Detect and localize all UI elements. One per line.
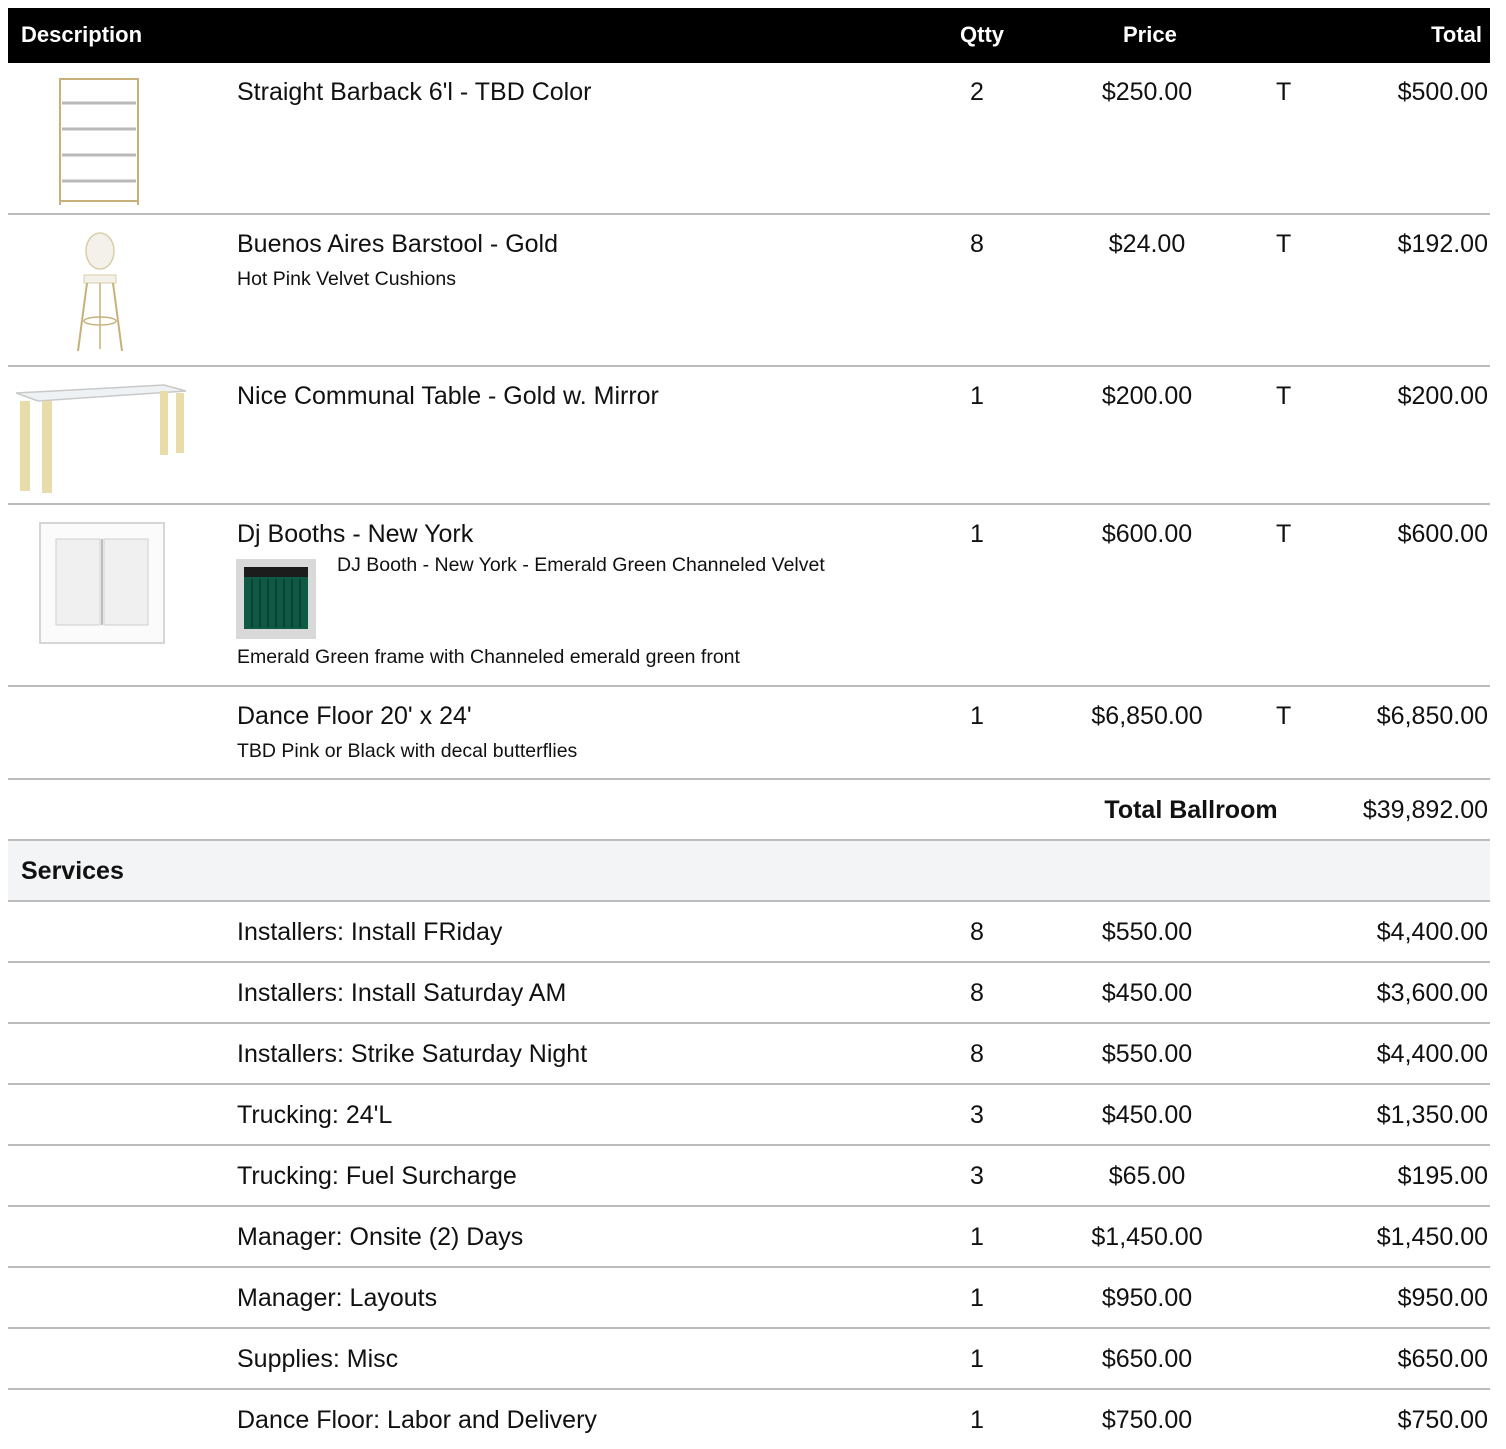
item-qty: 8 bbox=[970, 230, 984, 258]
service-price: $650.00 bbox=[1101, 1345, 1193, 1373]
item-price: $24.00 bbox=[1108, 230, 1186, 258]
item-name: Dj Booths - New York bbox=[237, 520, 474, 548]
service-name: Trucking: 24'L bbox=[237, 1101, 393, 1129]
item-price: $250.00 bbox=[1101, 78, 1193, 106]
item-qty: 1 bbox=[970, 520, 984, 548]
service-qty: 8 bbox=[970, 918, 984, 946]
item-price: $200.00 bbox=[1101, 382, 1193, 410]
table-header: Description Qtty Price Total bbox=[8, 8, 1490, 63]
service-qty: 8 bbox=[970, 1040, 984, 1068]
item-note: Hot Pink Velvet Cushions bbox=[237, 268, 456, 290]
header-price: Price bbox=[1123, 22, 1177, 47]
table-row: Installers: Strike Saturday Night 8 $550… bbox=[8, 1024, 1490, 1085]
item-tax-flag: T bbox=[1276, 230, 1292, 258]
item-total: $600.00 bbox=[1397, 520, 1488, 548]
service-name: Manager: Onsite (2) Days bbox=[237, 1223, 524, 1251]
service-price: $550.00 bbox=[1101, 1040, 1193, 1068]
item-name: Nice Communal Table - Gold w. Mirror bbox=[237, 382, 659, 410]
header-description: Description bbox=[21, 22, 143, 47]
item-name: Straight Barback 6'l - TBD Color bbox=[237, 78, 592, 106]
section-title: Services bbox=[21, 857, 124, 885]
service-total: $3,600.00 bbox=[1376, 979, 1488, 1007]
item-tax-flag: T bbox=[1276, 702, 1292, 730]
service-qty: 1 bbox=[970, 1345, 984, 1373]
shelf-image bbox=[59, 78, 139, 205]
service-qty: 3 bbox=[970, 1101, 984, 1129]
service-qty: 1 bbox=[970, 1406, 984, 1434]
item-total: $192.00 bbox=[1397, 230, 1488, 258]
item-price: $6,850.00 bbox=[1091, 702, 1203, 730]
table-row: Supplies: Misc 1 $650.00 $650.00 bbox=[8, 1329, 1490, 1390]
table-row: Dance Floor 20' x 24' TBD Pink or Black … bbox=[8, 687, 1490, 780]
subtotal-row: Total Ballroom $39,892.00 bbox=[8, 780, 1490, 841]
subtotal-label: Total Ballroom bbox=[1104, 796, 1278, 824]
service-qty: 1 bbox=[970, 1223, 984, 1251]
item-name: Dance Floor 20' x 24' bbox=[237, 702, 472, 730]
service-price: $1,450.00 bbox=[1091, 1223, 1203, 1251]
service-total: $750.00 bbox=[1397, 1406, 1488, 1434]
table-row: Trucking: Fuel Surcharge 3 $65.00 $195.0… bbox=[8, 1146, 1490, 1207]
service-name: Installers: Strike Saturday Night bbox=[237, 1040, 588, 1068]
service-qty: 1 bbox=[970, 1284, 984, 1312]
service-total: $1,450.00 bbox=[1376, 1223, 1488, 1251]
table-row: Manager: Layouts 1 $950.00 $950.00 bbox=[8, 1268, 1490, 1329]
service-total: $4,400.00 bbox=[1376, 1040, 1488, 1068]
item-name: Buenos Aires Barstool - Gold bbox=[237, 230, 558, 258]
service-total: $195.00 bbox=[1397, 1162, 1488, 1190]
item-qty: 1 bbox=[970, 702, 984, 730]
service-price: $65.00 bbox=[1108, 1162, 1186, 1190]
service-price: $450.00 bbox=[1101, 979, 1193, 1007]
item-total: $200.00 bbox=[1397, 382, 1488, 410]
table-row: Dj Booths - New York DJ Booth - New York… bbox=[8, 505, 1490, 687]
service-price: $950.00 bbox=[1101, 1284, 1193, 1312]
service-price: $750.00 bbox=[1101, 1406, 1193, 1434]
service-total: $4,400.00 bbox=[1376, 918, 1488, 946]
table-row: Trucking: 24'L 3 $450.00 $1,350.00 bbox=[8, 1085, 1490, 1146]
service-name: Dance Floor: Labor and Delivery bbox=[237, 1406, 597, 1434]
item-tax-flag: T bbox=[1276, 78, 1292, 106]
service-price: $550.00 bbox=[1101, 918, 1193, 946]
service-qty: 8 bbox=[970, 979, 984, 1007]
table-row: Dance Floor: Labor and Delivery 1 $750.0… bbox=[8, 1390, 1490, 1449]
table-row: Installers: Install Saturday AM 8 $450.0… bbox=[8, 963, 1490, 1024]
item-qty: 2 bbox=[970, 78, 984, 106]
header-total: Total bbox=[1431, 22, 1482, 47]
table-row: Buenos Aires Barstool - Gold Hot Pink Ve… bbox=[8, 215, 1490, 367]
dj-booth-image bbox=[39, 522, 165, 644]
item-tax-flag: T bbox=[1276, 382, 1292, 410]
service-total: $1,350.00 bbox=[1376, 1101, 1488, 1129]
service-name: Trucking: Fuel Surcharge bbox=[237, 1162, 517, 1190]
item-total: $500.00 bbox=[1397, 78, 1488, 106]
table-row: Manager: Onsite (2) Days 1 $1,450.00 $1,… bbox=[8, 1207, 1490, 1268]
service-name: Supplies: Misc bbox=[237, 1345, 399, 1373]
table-row: Installers: Install FRiday 8 $550.00 $4,… bbox=[8, 902, 1490, 963]
service-qty: 3 bbox=[970, 1162, 984, 1190]
service-total: $950.00 bbox=[1397, 1284, 1488, 1312]
service-price: $450.00 bbox=[1101, 1101, 1193, 1129]
table-row: Straight Barback 6'l - TBD Color 2 $250.… bbox=[8, 63, 1490, 215]
service-name: Manager: Layouts bbox=[237, 1284, 438, 1312]
item-subnote: DJ Booth - New York - Emerald Green Chan… bbox=[337, 554, 825, 576]
section-header-services: Services bbox=[8, 841, 1490, 902]
service-total: $650.00 bbox=[1397, 1345, 1488, 1373]
item-note: Emerald Green frame with Channeled emera… bbox=[237, 646, 740, 668]
emerald-booth-image bbox=[236, 559, 316, 639]
item-qty: 1 bbox=[970, 382, 984, 410]
barstool-image bbox=[77, 232, 123, 352]
subtotal-value: $39,892.00 bbox=[1362, 796, 1488, 824]
item-note: TBD Pink or Black with decal butterflies bbox=[237, 740, 578, 762]
item-price: $600.00 bbox=[1101, 520, 1193, 548]
quote-table: Description Qtty Price Total Straight Ba… bbox=[8, 8, 1490, 1449]
header-qty: Qtty bbox=[960, 22, 1004, 47]
table-image bbox=[15, 384, 187, 493]
item-total: $6,850.00 bbox=[1376, 702, 1488, 730]
service-name: Installers: Install FRiday bbox=[237, 918, 503, 946]
service-name: Installers: Install Saturday AM bbox=[237, 979, 567, 1007]
table-row: Nice Communal Table - Gold w. Mirror 1 $… bbox=[8, 367, 1490, 505]
item-tax-flag: T bbox=[1276, 520, 1292, 548]
